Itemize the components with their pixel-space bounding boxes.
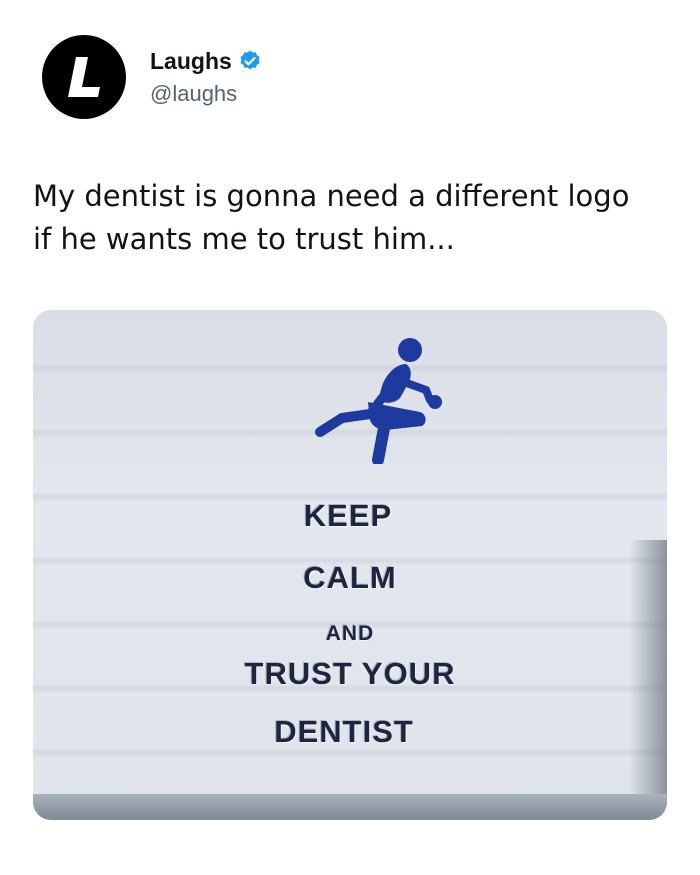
keep-calm-sign: KEEP CALM AND TRUST YOUR DENTIST xyxy=(33,310,667,820)
tweet-text-line-1: My dentist is gonna need a different log… xyxy=(33,179,630,213)
tweet-header: Laughs @laughs xyxy=(42,35,262,119)
verified-badge-icon xyxy=(240,50,260,70)
display-name[interactable]: Laughs xyxy=(150,48,232,75)
name-row: Laughs xyxy=(150,48,262,75)
author-names: Laughs @laughs xyxy=(150,48,262,107)
laughs-logo-icon xyxy=(68,57,100,97)
tweet-text-line-2: if he wants me to trust him... xyxy=(33,222,455,256)
sign-line-trust-your: TRUST YOUR xyxy=(244,656,456,691)
sign-line-keep: KEEP xyxy=(303,498,393,533)
avatar[interactable] xyxy=(42,35,126,119)
tweet-text: My dentist is gonna need a different log… xyxy=(33,175,673,261)
tweet-media-image[interactable]: KEEP CALM AND TRUST YOUR DENTIST xyxy=(33,310,667,820)
author-handle[interactable]: @laughs xyxy=(150,81,262,107)
sign-line-calm: CALM xyxy=(303,560,397,595)
tweet-card: Laughs @laughs My dentist is gonna need … xyxy=(0,0,700,875)
sign-line-and: AND xyxy=(325,622,375,645)
sign-ledge xyxy=(33,794,667,820)
dentist-chair-icon xyxy=(315,338,442,464)
sign-line-dentist: DENTIST xyxy=(274,714,414,749)
